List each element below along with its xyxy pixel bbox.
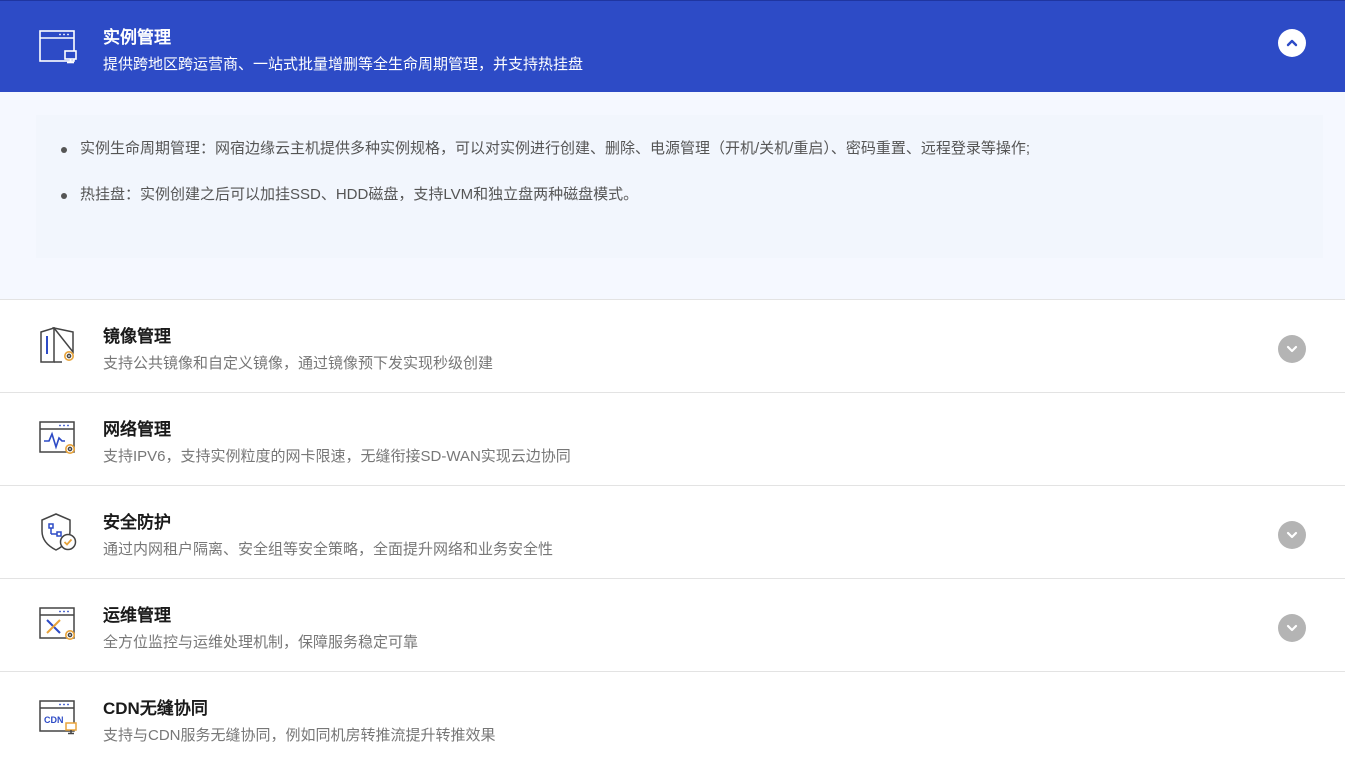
accordion-item-cdn: CDN CDN无缝协同 支持与CDN服务无缝协同，例如同机房转推流提升转推效果 [0,672,1345,764]
accordion-title: 运维管理 [103,606,171,625]
cdn-window-icon: CDN [39,700,77,735]
details-box: 实例生命周期管理：网宿边缘云主机提供多种实例规格，可以对实例进行创建、删除、电源… [36,115,1323,258]
detail-item-hot-plug-disk: 热挂盘：实例创建之后可以加挂SSD、HDD磁盘，支持LVM和独立盘两种磁盘模式。 [58,185,1323,205]
accordion-description: 全方位监控与运维处理机制，保障服务稳定可靠 [103,634,419,651]
accordion-title: 安全防护 [103,513,171,532]
accordion-panel-instance: 实例生命周期管理：网宿边缘云主机提供多种实例规格，可以对实例进行创建、删除、电源… [0,92,1345,299]
accordion-header-security[interactable]: 安全防护 通过内网租户隔离、安全组等安全策略，全面提升网络和业务安全性 [0,486,1345,578]
chevron-down-icon [1286,345,1298,353]
tools-gear-icon [39,607,75,640]
accordion-description: 提供跨地区跨运营商、一站式批量增删等全生命周期管理，并支持热挂盘 [103,56,584,73]
details-list: 实例生命周期管理：网宿边缘云主机提供多种实例规格，可以对实例进行创建、删除、电源… [58,139,1323,205]
network-gear-icon [39,421,75,454]
chevron-up-icon [1286,39,1298,47]
image-gear-icon [40,326,74,363]
accordion-item-security: 安全防护 通过内网租户隔离、安全组等安全策略，全面提升网络和业务安全性 [0,486,1345,579]
feature-accordion: 实例管理 提供跨地区跨运营商、一站式批量增删等全生命周期管理，并支持热挂盘 实例… [0,0,1345,764]
accordion-title: 网络管理 [103,420,171,439]
chevron-down-icon [1286,531,1298,539]
accordion-header-network[interactable]: 网络管理 支持IPV6，支持实例粒度的网卡限速，无缝衔接SD-WAN实现云边协同 [0,393,1345,485]
accordion-title: CDN无缝协同 [103,699,208,718]
accordion-header-ops[interactable]: 运维管理 全方位监控与运维处理机制，保障服务稳定可靠 [0,579,1345,671]
accordion-description: 支持与CDN服务无缝协同，例如同机房转推流提升转推效果 [103,727,496,744]
accordion-item-image: 镜像管理 支持公共镜像和自定义镜像，通过镜像预下发实现秒级创建 [0,300,1345,393]
accordion-description: 支持公共镜像和自定义镜像，通过镜像预下发实现秒级创建 [103,355,494,372]
expand-button[interactable] [1278,335,1306,363]
shield-check-icon [41,513,77,551]
accordion-header-image[interactable]: 镜像管理 支持公共镜像和自定义镜像，通过镜像预下发实现秒级创建 [0,300,1345,392]
accordion-header-cdn[interactable]: CDN CDN无缝协同 支持与CDN服务无缝协同，例如同机房转推流提升转推效果 [0,672,1345,764]
accordion-header-instance[interactable]: 实例管理 提供跨地区跨运营商、一站式批量增删等全生命周期管理，并支持热挂盘 [0,0,1345,92]
expand-button[interactable] [1278,614,1306,642]
accordion-item-network: 网络管理 支持IPV6，支持实例粒度的网卡限速，无缝衔接SD-WAN实现云边协同 [0,393,1345,486]
expand-button[interactable] [1278,521,1306,549]
accordion-description: 通过内网租户隔离、安全组等安全策略，全面提升网络和业务安全性 [103,541,554,558]
accordion-item-ops: 运维管理 全方位监控与运维处理机制，保障服务稳定可靠 [0,579,1345,672]
instance-window-icon [39,30,77,64]
accordion-description: 支持IPV6，支持实例粒度的网卡限速，无缝衔接SD-WAN实现云边协同 [103,448,571,465]
chevron-down-icon [1286,624,1298,632]
accordion-item-instance: 实例管理 提供跨地区跨运营商、一站式批量增删等全生命周期管理，并支持热挂盘 实例… [0,0,1345,300]
cdn-icon-text: CDN [44,715,64,725]
accordion-title: 镜像管理 [103,327,171,346]
accordion-title: 实例管理 [103,28,171,47]
detail-item-lifecycle: 实例生命周期管理：网宿边缘云主机提供多种实例规格，可以对实例进行创建、删除、电源… [58,139,1323,159]
collapse-button[interactable] [1278,29,1306,57]
